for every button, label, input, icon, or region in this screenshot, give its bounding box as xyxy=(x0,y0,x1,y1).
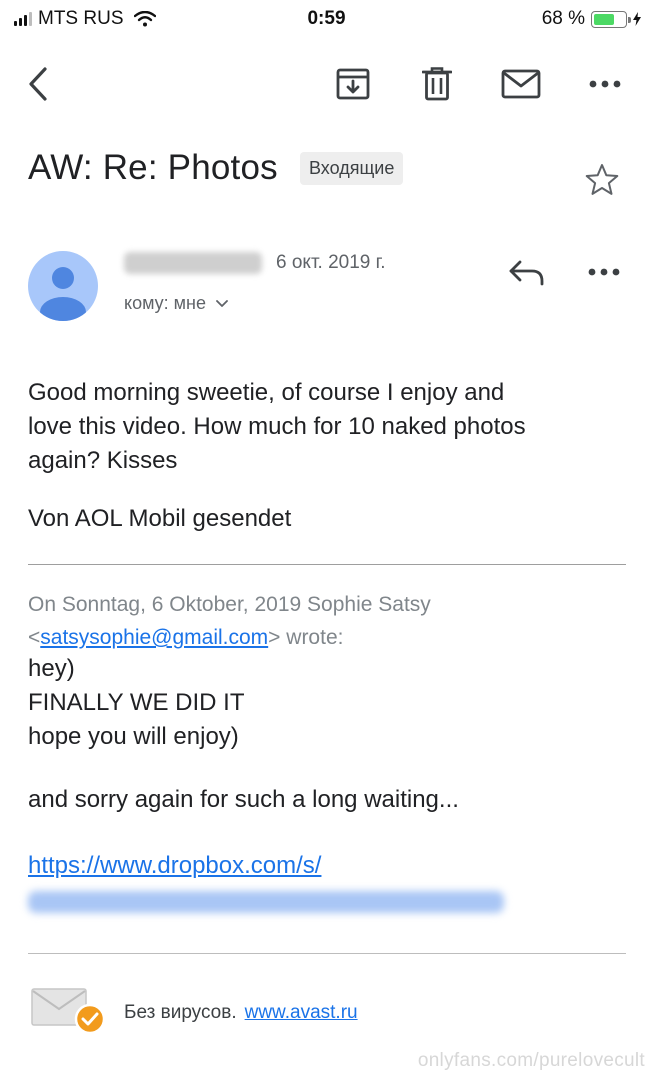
battery-icon xyxy=(591,10,631,28)
battery-group: 68 % xyxy=(542,8,641,30)
person-icon xyxy=(40,267,86,321)
avast-footer: Без вирусов. www.avast.ru xyxy=(124,1002,358,1024)
archive-icon xyxy=(336,68,370,100)
avast-text: Без вирусов. xyxy=(124,1002,237,1023)
battery-percent: 68 % xyxy=(541,8,585,29)
message-more-button[interactable] xyxy=(584,254,624,290)
email-date: 6 окт. 2019 г. xyxy=(276,252,386,273)
quote-line: and sorry again for such a long waiting.… xyxy=(28,786,459,813)
back-button[interactable] xyxy=(18,60,58,108)
body-line: love this video. How much for 10 naked p… xyxy=(28,413,526,440)
more-options-button[interactable] xyxy=(582,60,628,108)
quote-sender-email-link[interactable]: satsysophie@gmail.com xyxy=(40,626,268,649)
quote-wrote: wrote: xyxy=(280,626,344,649)
more-horizontal-icon xyxy=(588,268,620,276)
recipients-label: кому: мне xyxy=(124,293,206,313)
quote-line: hey) xyxy=(28,655,75,682)
recipients-toggle[interactable]: кому: мне xyxy=(124,293,228,314)
avast-link[interactable]: www.avast.ru xyxy=(245,1002,358,1024)
message-body: Good morning sweetie, of course I enjoy … xyxy=(28,376,628,478)
mail-signature: Von AOL Mobil gesendet xyxy=(28,505,292,532)
inbox-label-chip[interactable]: Входящие xyxy=(300,152,404,185)
quote-header-line: On Sonntag, 6 Oktober, 2019 Sophie Satsy xyxy=(28,593,431,616)
footer-divider xyxy=(28,953,626,954)
reply-button[interactable] xyxy=(506,254,548,290)
chevron-left-icon xyxy=(29,67,47,101)
dropbox-link-redacted[interactable] xyxy=(28,891,504,913)
body-line: Good morning sweetie, of course I enjoy … xyxy=(28,379,505,406)
quoted-message: hey) FINALLY WE DID IT hope you will enj… xyxy=(28,652,628,754)
reply-icon xyxy=(509,260,544,286)
watermark: onlyfans.com/purelovecult xyxy=(417,1050,645,1071)
chevron-down-icon xyxy=(216,299,228,307)
dropbox-link[interactable]: https://www.dropbox.com/s/ xyxy=(28,852,321,880)
quote-header-line-2: <satsysophie@gmail.com> wrote: xyxy=(28,626,344,649)
mail-icon xyxy=(501,69,541,99)
battery-fill xyxy=(594,13,615,25)
subject-row: AW: Re: Photos Входящие xyxy=(28,148,628,198)
email-toolbar xyxy=(0,60,653,108)
avatar[interactable] xyxy=(28,251,98,321)
status-bar: MTS RUS 0:59 68 % xyxy=(0,0,653,38)
charging-bolt-icon xyxy=(633,12,641,26)
quote-header: On Sonntag, 6 Oktober, 2019 Sophie Satsy… xyxy=(28,588,628,654)
body-line: again? Kisses xyxy=(28,447,178,474)
mark-unread-button[interactable] xyxy=(498,60,544,108)
quote-line: hope you will enjoy) xyxy=(28,723,239,750)
avast-envelope-icon xyxy=(31,988,106,1035)
email-subject: AW: Re: Photos xyxy=(28,148,278,187)
delete-button[interactable] xyxy=(414,60,460,108)
sender-name-redacted xyxy=(124,252,262,274)
trash-icon xyxy=(422,67,452,101)
archive-button[interactable] xyxy=(330,60,376,108)
quote-line: FINALLY WE DID IT xyxy=(28,689,245,716)
more-horizontal-icon xyxy=(589,80,621,88)
star-icon[interactable] xyxy=(584,162,620,198)
quote-divider xyxy=(28,564,626,565)
